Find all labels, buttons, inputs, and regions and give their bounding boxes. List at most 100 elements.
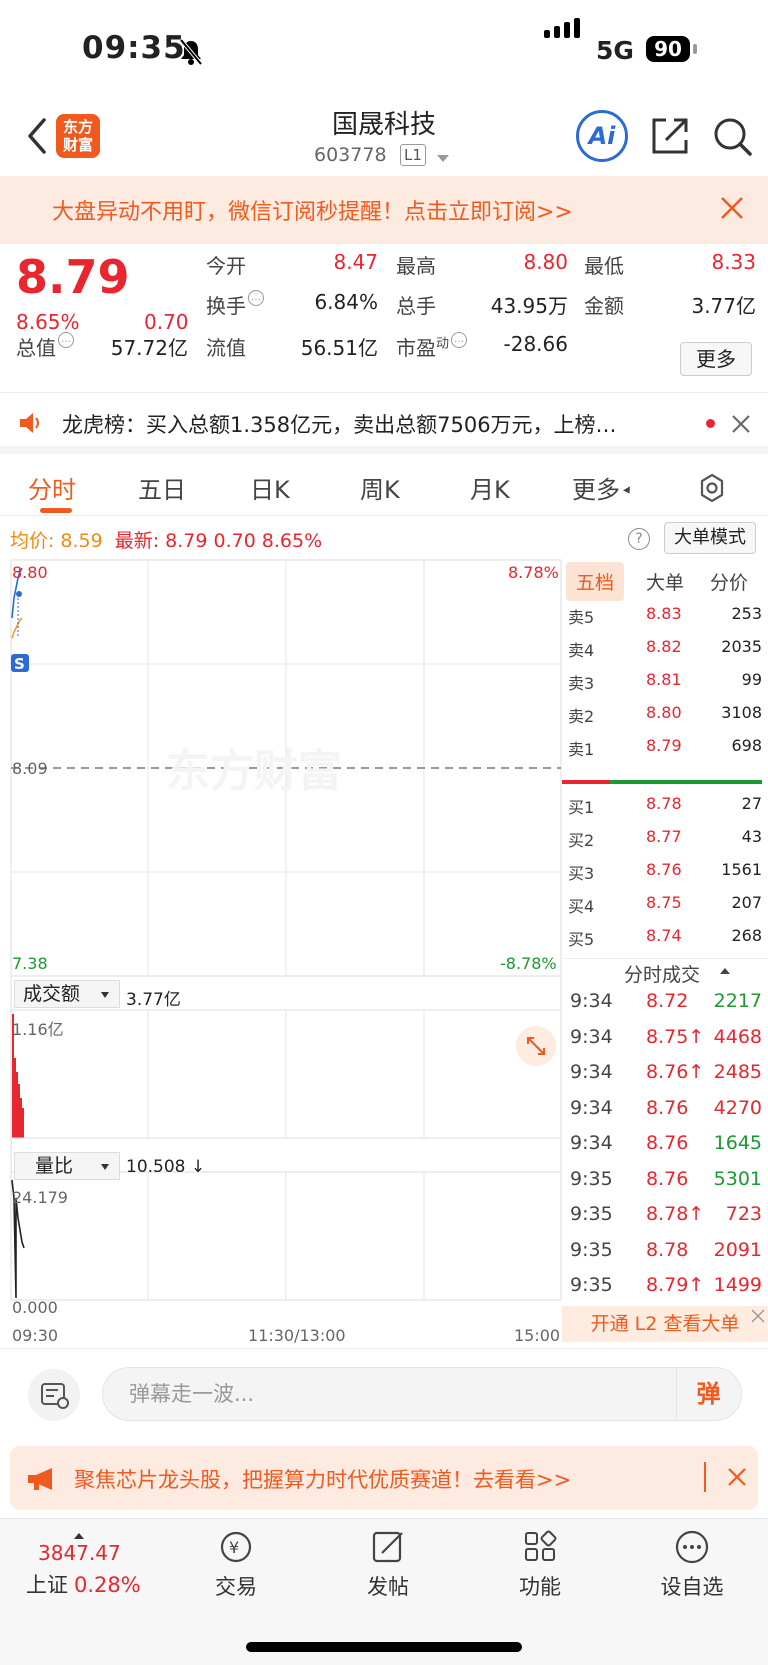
high-label: 最高 (396, 254, 436, 278)
amount-indicator-value: 3.77亿 (126, 990, 181, 1010)
tab-monthly-k[interactable]: 月K (470, 470, 510, 505)
danmaku-send-button[interactable]: 弹 (676, 1369, 740, 1419)
chevron-down-icon[interactable] (437, 155, 449, 162)
ask-row[interactable]: 卖1 8.79 698 (562, 736, 768, 768)
bid-row[interactable]: 买5 8.74 268 (562, 926, 768, 958)
info-icon[interactable]: … (58, 332, 74, 348)
promo-banner[interactable]: 聚焦芯片龙头股，把握算力时代优质赛道！去看看>> (10, 1446, 758, 1510)
battery-level: 90 (646, 36, 690, 62)
dropdown-icon (101, 992, 109, 998)
level-price: 8.74 (646, 926, 682, 945)
banner-text[interactable]: 大盘异动不用盯，微信订阅秒提醒！点击立即订阅>> (52, 194, 573, 226)
close-icon[interactable] (730, 413, 752, 435)
tab-add-watchlist[interactable]: 设自选 (642, 1529, 742, 1601)
tab-five-day[interactable]: 五日 (138, 470, 186, 505)
price-point (16, 591, 22, 597)
ai-assistant-button[interactable]: Ai (576, 110, 628, 162)
dragon-tiger-text[interactable]: 龙虎榜：买入总额1.358亿元，卖出总额7506万元，上榜… (62, 409, 682, 439)
y-min-label: 7.38 (12, 954, 48, 973)
ask-row[interactable]: 卖5 8.83 253 (562, 604, 768, 636)
last-pct: 8.65% (261, 530, 323, 552)
active-tab-indicator (40, 508, 72, 513)
turnover-value: 6.84% (314, 290, 378, 314)
tick-volume: 5301 (713, 1167, 762, 1190)
tab-intraday[interactable]: 分时 (28, 470, 76, 505)
index-quote-sse[interactable]: 3847.47 上证 0.28% (26, 1533, 141, 1599)
y-max-label: 8.80 (12, 563, 48, 582)
ticks-title[interactable]: 分时成交 (624, 960, 700, 987)
level-price: 8.83 (646, 604, 682, 623)
level-price: 8.81 (646, 670, 682, 689)
indicator-select-amount[interactable]: 成交额 (14, 980, 120, 1008)
level-price: 8.80 (646, 703, 682, 722)
tick-row: 9:35 8.78↑ 723 (562, 1203, 768, 1237)
amount-value: 3.77亿 (691, 294, 756, 318)
tab-big-orders[interactable]: 大单 (646, 568, 684, 595)
tab-daily-k[interactable]: 日K (250, 470, 290, 505)
close-icon[interactable] (726, 1466, 748, 1488)
close-icon[interactable] (718, 194, 746, 222)
ask-row[interactable]: 卖3 8.81 99 (562, 670, 768, 702)
home-indicator (246, 1642, 522, 1652)
tab-weekly-k[interactable]: 周K (360, 470, 400, 505)
ask-row[interactable]: 卖2 8.80 3108 (562, 703, 768, 735)
level-badge[interactable]: L1 (400, 144, 426, 166)
x-start-label: 09:30 (12, 1326, 59, 1345)
danmaku-settings-icon[interactable] (28, 1369, 80, 1421)
unread-dot (706, 419, 715, 428)
info-icon[interactable]: … (248, 290, 264, 306)
help-icon[interactable]: ? (628, 528, 650, 550)
level-name: 买5 (568, 930, 595, 949)
tab-more[interactable]: 更多 (572, 470, 633, 505)
tick-time: 9:34 (570, 1096, 613, 1119)
tick-row: 9:34 8.76 4270 (562, 1097, 768, 1131)
tab-price-dist[interactable]: 分价 (710, 568, 748, 595)
subscribe-banner[interactable]: 大盘异动不用盯，微信订阅秒提醒！点击立即订阅>> (0, 176, 768, 244)
avg-line (11, 617, 23, 639)
tab-post[interactable]: 发帖 (338, 1529, 438, 1601)
tick-price: 8.78 (646, 1238, 689, 1261)
dragon-tiger-notice[interactable]: 龙虎榜：买入总额1.358亿元，卖出总额7506万元，上榜… (0, 392, 768, 454)
info-icon[interactable]: … (451, 332, 468, 348)
expand-icon[interactable] (516, 1026, 556, 1066)
big-order-mode-button[interactable]: 大单模式 (664, 522, 756, 554)
indicator-select-volume-ratio[interactable]: 量比 (14, 1152, 120, 1180)
bid-row[interactable]: 买3 8.76 1561 (562, 860, 768, 892)
gear-icon[interactable] (696, 472, 728, 504)
level-price: 8.82 (646, 637, 682, 656)
bid-row[interactable]: 买2 8.77 43 (562, 827, 768, 859)
tick-time: 9:35 (570, 1274, 613, 1296)
danmaku-input[interactable]: 弹幕走一波... (102, 1367, 742, 1421)
bid-row[interactable]: 买4 8.75 207 (562, 893, 768, 925)
bid-row[interactable]: 买1 8.78 27 (562, 794, 768, 826)
level-price: 8.78 (646, 794, 682, 813)
promo-text[interactable]: 聚焦芯片龙头股，把握算力时代优质赛道！去看看>> (74, 1464, 571, 1494)
low-value: 8.33 (711, 250, 756, 274)
promo-divider (704, 1462, 706, 1492)
x-mid-label: 11:30/13:00 (248, 1326, 346, 1345)
status-time: 09:35 (82, 30, 186, 66)
close-icon[interactable] (750, 1308, 766, 1324)
tick-row: 9:35 8.79↑ 1499 (562, 1274, 768, 1308)
tab-functions[interactable]: 功能 (490, 1529, 590, 1601)
search-icon[interactable] (710, 114, 754, 158)
level-volume: 1561 (721, 860, 762, 879)
tick-row: 9:34 8.76↑ 2485 (562, 1061, 768, 1095)
level-name: 买2 (568, 831, 595, 850)
tick-price: 8.76↑ (646, 1061, 705, 1083)
network-type: 5G (596, 36, 634, 65)
ask-row[interactable]: 卖4 8.82 2035 (562, 637, 768, 669)
amount-max-label: 1.16亿 (12, 1020, 64, 1039)
tab-five-levels[interactable]: 五档 (566, 562, 625, 601)
share-icon[interactable] (648, 114, 692, 158)
tick-row: 9:35 8.78 2091 (562, 1239, 768, 1273)
y-mid-label: 8.09 (12, 759, 48, 778)
intraday-chart[interactable]: 东方财富 S (0, 558, 562, 1328)
tick-time: 9:34 (570, 990, 613, 1012)
tab-trade[interactable]: ¥ 交易 (186, 1529, 286, 1601)
open-l2-button[interactable]: 开通 L2 查看大单 (562, 1306, 768, 1342)
more-button[interactable]: 更多 (680, 342, 752, 376)
volume-ratio-value: 10.508 ↓ (126, 1157, 206, 1177)
tick-time: 9:34 (570, 1132, 613, 1154)
megaphone-icon (28, 1468, 52, 1490)
